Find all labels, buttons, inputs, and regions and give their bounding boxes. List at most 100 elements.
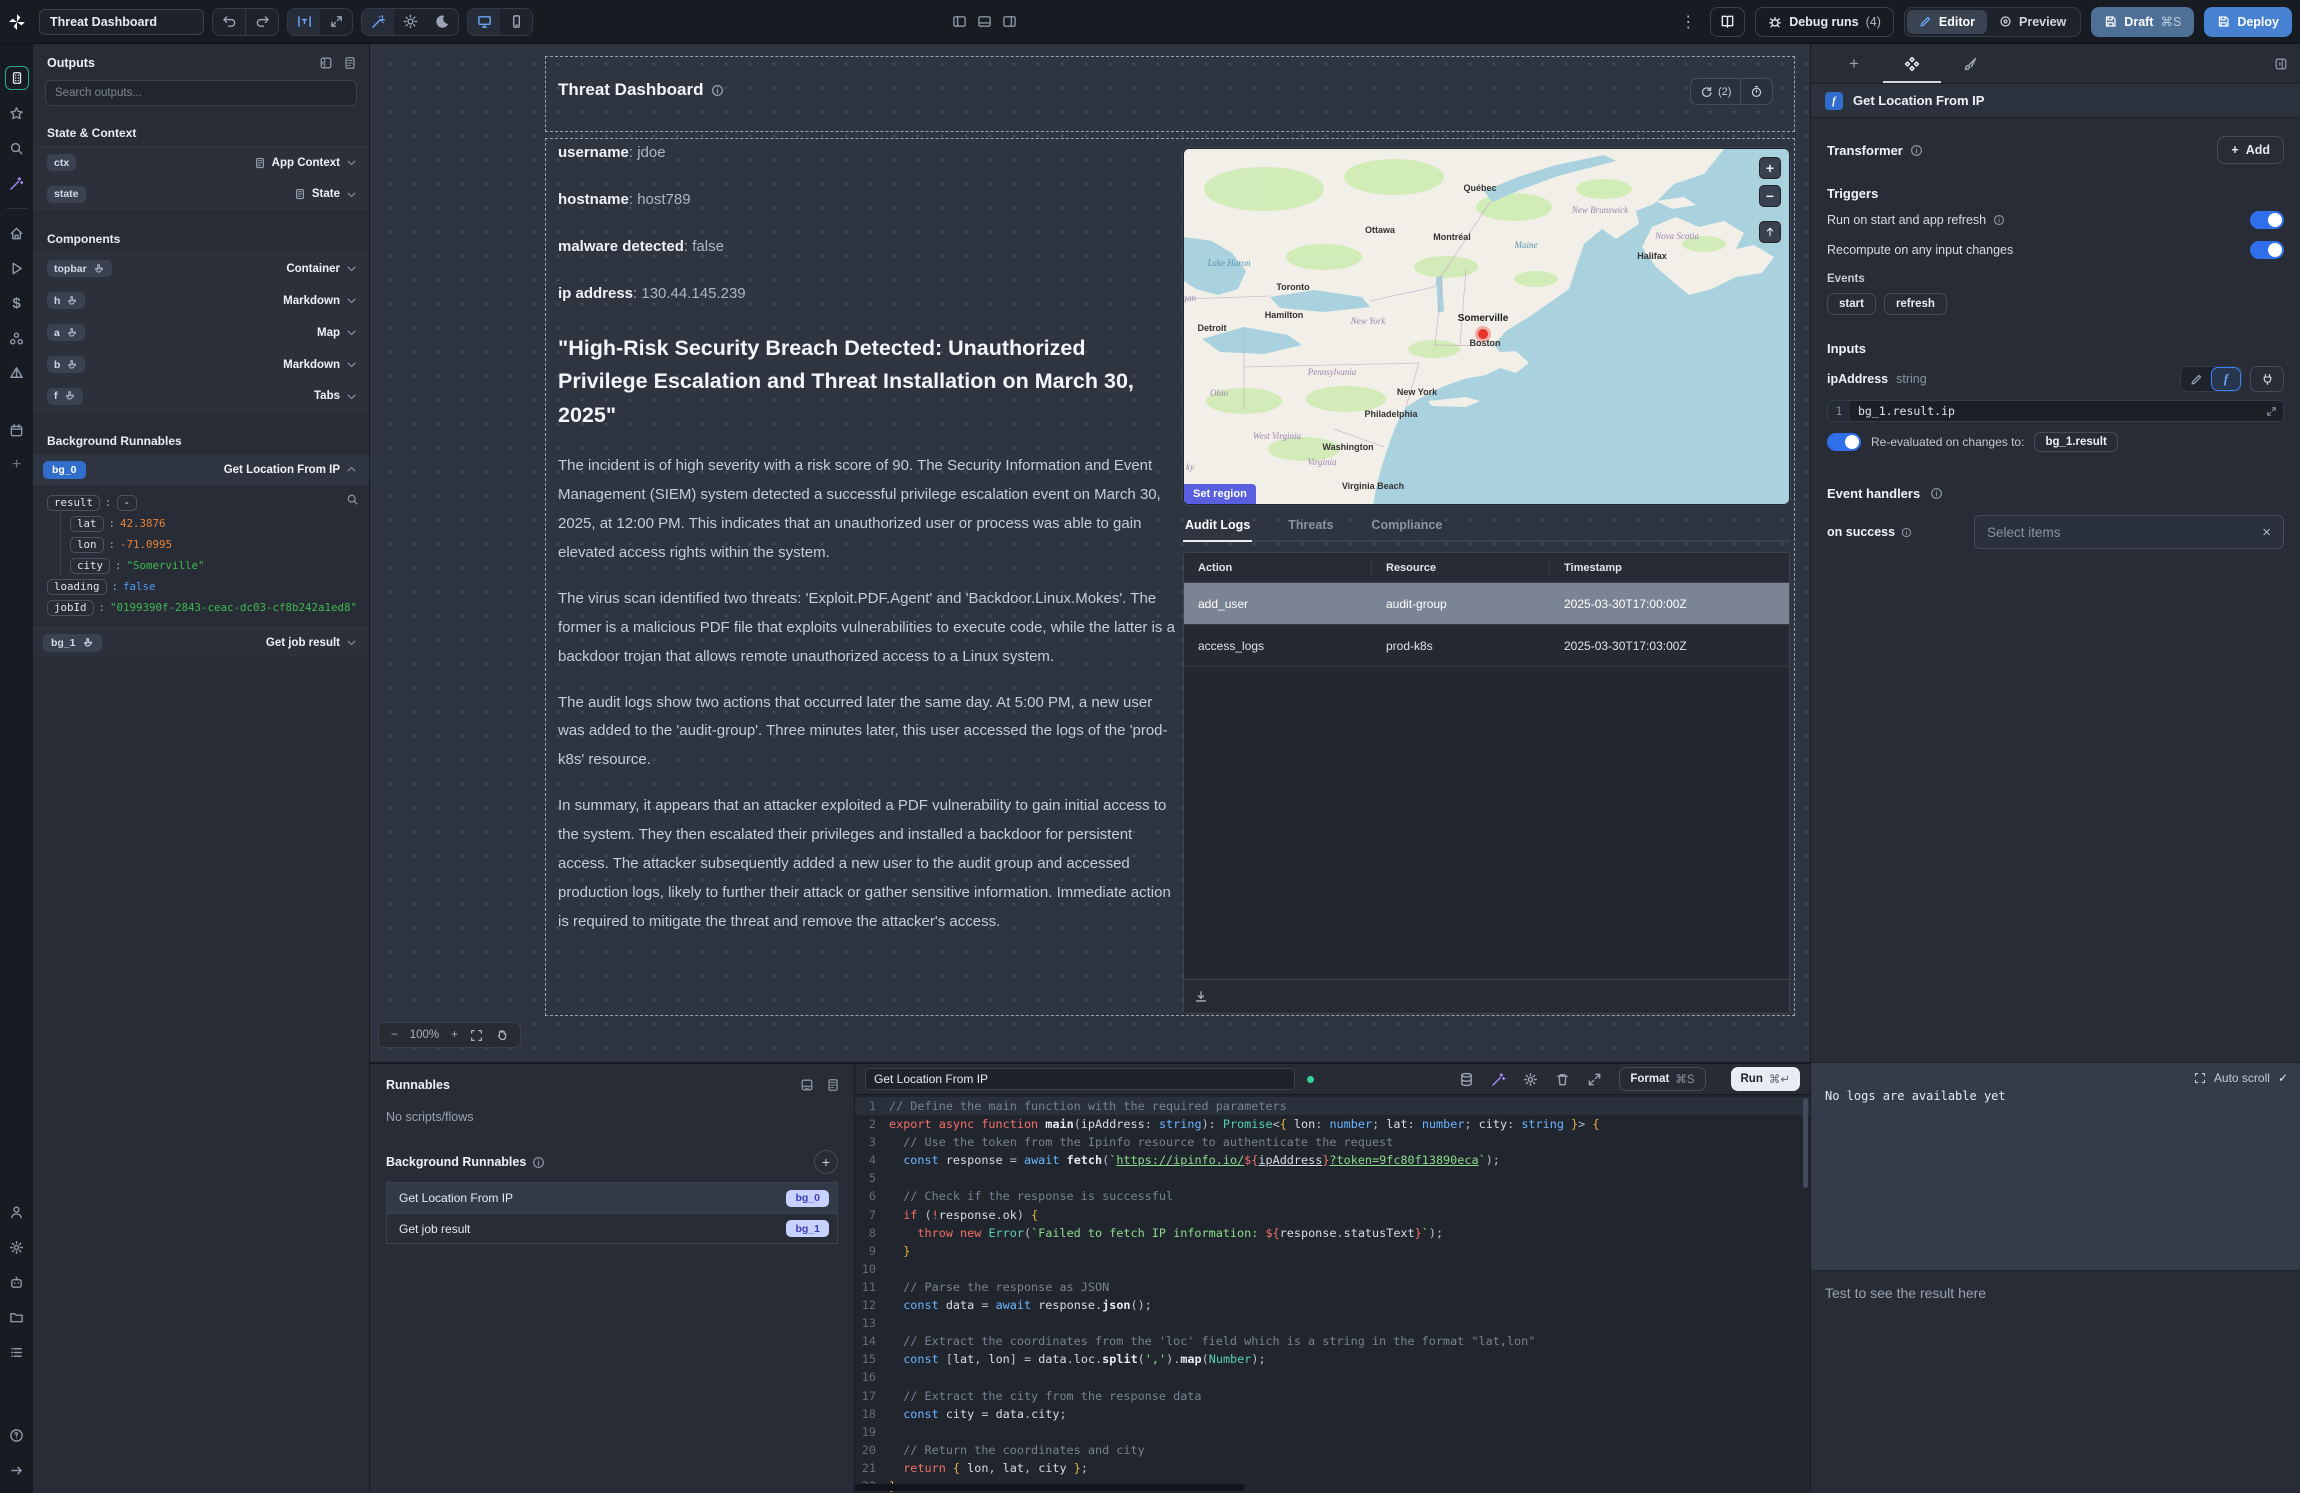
chevron-down-icon[interactable] — [346, 637, 357, 648]
code-line[interactable]: 7 if (!response.ok) { — [855, 1206, 1810, 1224]
preview-tab[interactable]: Preview — [1987, 10, 2078, 34]
component-row-topbar[interactable]: topbar Container — [33, 252, 369, 284]
json-key[interactable]: result — [47, 495, 100, 511]
code-line[interactable]: 9 } — [855, 1242, 1810, 1260]
deploy-button[interactable]: Deploy — [2204, 7, 2292, 37]
code-line[interactable]: 2export async function main(ipAddress: s… — [855, 1115, 1810, 1133]
tab-audit-logs[interactable]: Audit Logs — [1183, 512, 1252, 542]
topbar-container-outline[interactable] — [545, 56, 1795, 132]
desktop-view-icon[interactable] — [468, 9, 500, 35]
code-line[interactable]: 12 const data = await response.json(); — [855, 1296, 1810, 1314]
more-menu-icon[interactable]: ⋮ — [1676, 12, 1700, 32]
component-row-a[interactable]: a Map — [33, 316, 369, 348]
input-expression-editor[interactable]: 1 bg_1.result.ip — [1827, 400, 2284, 422]
search-icon[interactable] — [346, 493, 359, 506]
column-header[interactable]: Action — [1184, 562, 1372, 574]
chevron-down-icon[interactable] — [346, 295, 357, 306]
map-marker[interactable] — [1478, 329, 1488, 339]
map-zoom-out-button[interactable]: − — [1759, 185, 1781, 207]
code-line[interactable]: 6 // Check if the response is successful — [855, 1187, 1810, 1205]
table-row[interactable]: access_logsprod-k8s2025-03-30T17:03:00Z — [1184, 625, 1789, 667]
on-success-select[interactable]: Select items × — [1974, 515, 2284, 549]
component-row-h[interactable]: h Markdown — [33, 284, 369, 316]
json-key[interactable]: lon — [70, 537, 104, 553]
variables-icon[interactable]: $ — [5, 291, 29, 315]
editor-horizontal-scrollbar[interactable] — [855, 1484, 1245, 1491]
code-line[interactable]: 21 return { lon, lat, city }; — [855, 1459, 1810, 1477]
clear-selection-icon[interactable]: × — [2262, 524, 2271, 541]
code-line[interactable]: 11 // Parse the response as JSON — [855, 1278, 1810, 1296]
toggle-right-panel-icon[interactable] — [1002, 14, 1017, 29]
recompute-toggle[interactable] — [2250, 241, 2284, 259]
reeval-dependency-chip[interactable]: bg_1.result — [2034, 432, 2117, 452]
collapse-bottom-icon[interactable] — [800, 1078, 814, 1092]
undo-button[interactable] — [213, 9, 245, 35]
state-row-state[interactable]: state State — [33, 178, 369, 210]
chevron-down-icon[interactable] — [346, 391, 357, 402]
connect-input-icon[interactable] — [2250, 366, 2284, 392]
zoom-out-button[interactable]: − — [391, 1029, 398, 1041]
add-background-runnable-button[interactable]: + — [814, 1150, 838, 1174]
json-key[interactable]: city — [70, 558, 110, 574]
bg0-badge[interactable]: bg_0 — [43, 461, 86, 479]
app-canvas[interactable]: Threat Dashboard (2) username: jdoehostn… — [370, 44, 1810, 1062]
editor-tab[interactable]: Editor — [1907, 10, 1987, 34]
collapse-panel-icon[interactable] — [319, 56, 333, 70]
add-transformer-button[interactable]: + Add — [2217, 136, 2284, 164]
expand-editor-icon[interactable] — [1587, 1072, 1602, 1087]
toggle-bottom-panel-icon[interactable] — [977, 14, 992, 29]
debug-runs-button[interactable]: Debug runs(4) — [1755, 7, 1894, 37]
app-title-input[interactable]: Threat Dashboard — [39, 9, 204, 35]
expand-canvas-icon[interactable] — [320, 9, 352, 35]
settings-tab[interactable] — [1883, 44, 1941, 83]
download-icon[interactable] — [1194, 990, 1208, 1004]
component-id-chip[interactable]: topbar — [47, 260, 112, 277]
expression-text[interactable]: bg_1.result.ip — [1850, 404, 1955, 418]
styling-tab[interactable] — [1941, 44, 1999, 83]
component-id-chip[interactable]: a — [47, 324, 85, 341]
collapse-right-panel-icon[interactable] — [2274, 57, 2288, 71]
light-mode-icon[interactable] — [394, 9, 426, 35]
assets-icon[interactable] — [5, 361, 29, 385]
code-line[interactable]: 20 // Return the coordinates and city — [855, 1441, 1810, 1459]
docs-button[interactable] — [1710, 7, 1745, 37]
code-line[interactable]: 14 // Extract the coordinates from the '… — [855, 1332, 1810, 1350]
windmill-logo-icon[interactable] — [0, 13, 33, 31]
chevron-up-icon[interactable] — [346, 464, 357, 475]
chevron-down-icon[interactable] — [346, 327, 357, 338]
help-icon[interactable] — [5, 1423, 29, 1447]
code-line[interactable]: 17 // Extract the city from the response… — [855, 1387, 1810, 1405]
expand-logs-icon[interactable] — [2194, 1072, 2206, 1084]
search-outputs-input[interactable]: Search outputs... — [45, 80, 357, 106]
workers-icon[interactable] — [5, 1270, 29, 1294]
code-line[interactable]: 15 const [lat, lon] = data.loc.split(','… — [855, 1350, 1810, 1368]
schedule-refresh-button[interactable] — [1741, 79, 1772, 104]
recompute-all-button[interactable]: (2) — [1691, 79, 1740, 104]
code-line[interactable]: 1// Define the main function with the re… — [855, 1097, 1810, 1115]
event-chip-start[interactable]: start — [1827, 293, 1876, 315]
code-line[interactable]: 16 — [855, 1368, 1810, 1386]
cache-icon[interactable] — [1459, 1072, 1474, 1087]
favorites-icon[interactable] — [5, 101, 29, 125]
logs-icon[interactable] — [5, 1340, 29, 1364]
run-on-start-toggle[interactable] — [2250, 211, 2284, 229]
bounds-tool-icon[interactable] — [288, 9, 320, 35]
eval-mode-icon[interactable]: f — [2211, 367, 2241, 391]
code-line[interactable]: 3 // Use the token from the Ipinfo resou… — [855, 1133, 1810, 1151]
run-button[interactable]: Run⌘↵ — [1731, 1067, 1801, 1091]
insert-tab[interactable]: + — [1825, 44, 1883, 83]
collapse-toggle[interactable]: - — [117, 495, 138, 511]
static-mode-icon[interactable] — [2181, 367, 2211, 391]
code-line[interactable]: 13 — [855, 1314, 1810, 1332]
component-id-chip[interactable]: h — [47, 292, 85, 309]
schedules-icon[interactable] — [5, 418, 29, 442]
ai-wand-icon[interactable] — [5, 171, 29, 195]
code-line[interactable]: 4 const response = await fetch(`https://… — [855, 1151, 1810, 1169]
settings-gear-icon[interactable] — [5, 1235, 29, 1259]
code-line[interactable]: 5 — [855, 1169, 1810, 1187]
chevron-down-icon[interactable] — [346, 157, 357, 168]
apps-nav-icon[interactable] — [5, 66, 29, 90]
zoom-in-button[interactable]: + — [451, 1029, 458, 1041]
map-zoom-in-button[interactable]: + — [1759, 157, 1781, 179]
output-id-chip[interactable]: ctx — [47, 154, 76, 171]
